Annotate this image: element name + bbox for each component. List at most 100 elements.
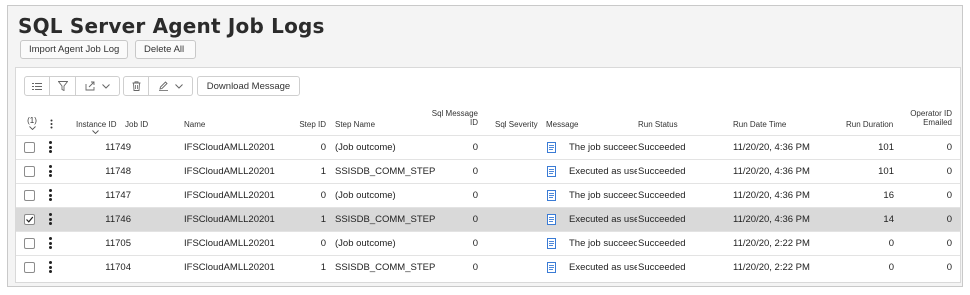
- header-run-date-time[interactable]: Run Date Time: [733, 120, 786, 129]
- table-row[interactable]: 11705 IFSCloudAMLL20201 0 (Job outcome) 0 The…: [16, 231, 960, 255]
- row-checkbox[interactable]: [24, 262, 35, 273]
- delete-button[interactable]: [123, 76, 149, 96]
- cell-instance-id: 11749: [105, 142, 131, 153]
- column-chooser-button[interactable]: [24, 76, 50, 96]
- cell-name: IFSCloudAMLL20201: [184, 166, 275, 177]
- export-menu-button[interactable]: [76, 76, 120, 96]
- chevron-down-icon: [102, 83, 110, 89]
- cell-sql-message-id: 0: [472, 262, 478, 273]
- list-icon: [32, 82, 42, 91]
- cell-step-id: 1: [320, 214, 326, 225]
- cell-step-name: SSISDB_COMM_STEP: [335, 214, 436, 225]
- header-sql-message-id[interactable]: Sql Message ID: [430, 109, 478, 127]
- cell-message: The job succeeded: [569, 238, 637, 249]
- row-checkbox-checked[interactable]: [24, 214, 35, 225]
- cell-sql-message-id: 0: [472, 214, 478, 225]
- header-run-status[interactable]: Run Status: [638, 120, 678, 129]
- chevron-down-icon[interactable]: [28, 126, 36, 130]
- row-checkbox[interactable]: [24, 166, 35, 177]
- cell-step-name: (Job outcome): [335, 190, 396, 201]
- header-name[interactable]: Name: [184, 120, 205, 129]
- page-title: SQL Server Agent Job Logs: [18, 14, 325, 38]
- delete-all-button[interactable]: Delete All: [135, 40, 196, 59]
- cell-step-id: 1: [320, 262, 326, 273]
- cell-run-date-time: 11/20/20, 4:36 PM: [733, 190, 810, 201]
- cell-operator-id-emailed: 0: [946, 238, 952, 249]
- cell-sql-message-id: 0: [472, 142, 478, 153]
- header-step-id[interactable]: Step ID: [294, 120, 326, 129]
- export-icon: [85, 81, 96, 91]
- row-menu-icon[interactable]: [49, 213, 52, 225]
- cell-run-date-time: 11/20/20, 2:22 PM: [733, 262, 810, 273]
- cell-message: Executed as user: [569, 262, 637, 273]
- cell-run-status: Succeeded: [638, 262, 686, 273]
- cell-instance-id: 11746: [105, 214, 131, 225]
- row-checkbox[interactable]: [24, 142, 35, 153]
- cell-message: Executed as user: [569, 214, 637, 225]
- row-menu-icon[interactable]: [49, 189, 52, 201]
- cell-run-date-time: 11/20/20, 2:22 PM: [733, 238, 810, 249]
- cell-instance-id: 11748: [105, 166, 131, 177]
- filter-icon: [57, 81, 68, 91]
- cell-message: The job succeeded: [569, 142, 637, 153]
- header-step-name[interactable]: Step Name: [335, 120, 375, 129]
- cell-instance-id: 11747: [105, 190, 131, 201]
- table-row[interactable]: 11748 IFSCloudAMLL20201 1 SSISDB_COMM_STEP 0…: [16, 159, 960, 183]
- row-menu-icon[interactable]: [49, 237, 52, 249]
- header-message[interactable]: Message: [546, 120, 578, 129]
- cell-run-status: Succeeded: [638, 214, 686, 225]
- cell-name: IFSCloudAMLL20201: [184, 262, 275, 273]
- document-icon[interactable]: [547, 262, 556, 276]
- sort-desc-icon: [92, 130, 99, 134]
- cell-step-name: SSISDB_COMM_STEP: [335, 166, 436, 177]
- edit-icon: [158, 81, 169, 91]
- document-icon[interactable]: [547, 166, 556, 180]
- document-icon[interactable]: [547, 238, 556, 252]
- cell-run-duration: 101: [878, 142, 894, 153]
- chevron-down-icon: [175, 83, 183, 89]
- row-checkbox[interactable]: [24, 190, 35, 201]
- import-agent-job-log-button[interactable]: Import Agent Job Log: [20, 40, 128, 59]
- document-icon[interactable]: [547, 190, 556, 204]
- header-operator-id-emailed[interactable]: Operator ID Emailed: [898, 109, 952, 127]
- cell-run-status: Succeeded: [638, 190, 686, 201]
- cell-name: IFSCloudAMLL20201: [184, 238, 275, 249]
- cell-step-name: (Job outcome): [335, 142, 396, 153]
- cell-name: IFSCloudAMLL20201: [184, 214, 275, 225]
- header-sql-severity[interactable]: Sql Severity: [495, 120, 538, 129]
- header-job-id[interactable]: Job ID: [125, 120, 148, 129]
- cell-operator-id-emailed: 0: [946, 166, 952, 177]
- row-menu-icon[interactable]: [49, 261, 52, 273]
- table-row[interactable]: 11749 IFSCloudAMLL20201 0 (Job outcome) 0 The…: [16, 135, 960, 159]
- cell-run-duration: 16: [883, 190, 894, 201]
- cell-run-duration: 101: [878, 166, 894, 177]
- table-row[interactable]: 11747 IFSCloudAMLL20201 0 (Job outcome) 0 The…: [16, 183, 960, 207]
- header-instance-id[interactable]: Instance ID: [76, 120, 116, 134]
- cell-step-id: 0: [320, 142, 326, 153]
- cell-operator-id-emailed: 0: [946, 190, 952, 201]
- cell-step-name: SSISDB_COMM_STEP: [335, 262, 436, 273]
- cell-step-id: 0: [320, 238, 326, 249]
- cell-run-duration: 0: [888, 238, 894, 249]
- filter-button[interactable]: [50, 76, 76, 96]
- download-message-button[interactable]: Download Message: [197, 76, 300, 96]
- table-row[interactable]: 11704 IFSCloudAMLL20201 1 SSISDB_COMM_STEP 0…: [16, 255, 960, 279]
- cell-run-status: Succeeded: [638, 238, 686, 249]
- row-menu-icon[interactable]: [49, 165, 52, 177]
- cell-step-id: 0: [320, 190, 326, 201]
- header-run-duration[interactable]: Run Duration: [846, 120, 893, 129]
- cell-run-duration: 14: [883, 214, 894, 225]
- document-icon[interactable]: [547, 214, 556, 228]
- row-checkbox[interactable]: [24, 238, 35, 249]
- cell-name: IFSCloudAMLL20201: [184, 190, 275, 201]
- cell-message: The job succeeded: [569, 190, 637, 201]
- row-menu-icon[interactable]: [49, 141, 52, 153]
- document-icon[interactable]: [547, 142, 556, 156]
- cell-sql-message-id: 0: [472, 166, 478, 177]
- header-menu-icon[interactable]: [50, 119, 53, 131]
- trash-icon: [132, 81, 141, 91]
- edit-menu-button[interactable]: [149, 76, 193, 96]
- cell-step-id: 1: [320, 166, 326, 177]
- cell-name: IFSCloudAMLL20201: [184, 142, 275, 153]
- table-row[interactable]: 11746 IFSCloudAMLL20201 1 SSISDB_COMM_STEP 0…: [16, 207, 960, 231]
